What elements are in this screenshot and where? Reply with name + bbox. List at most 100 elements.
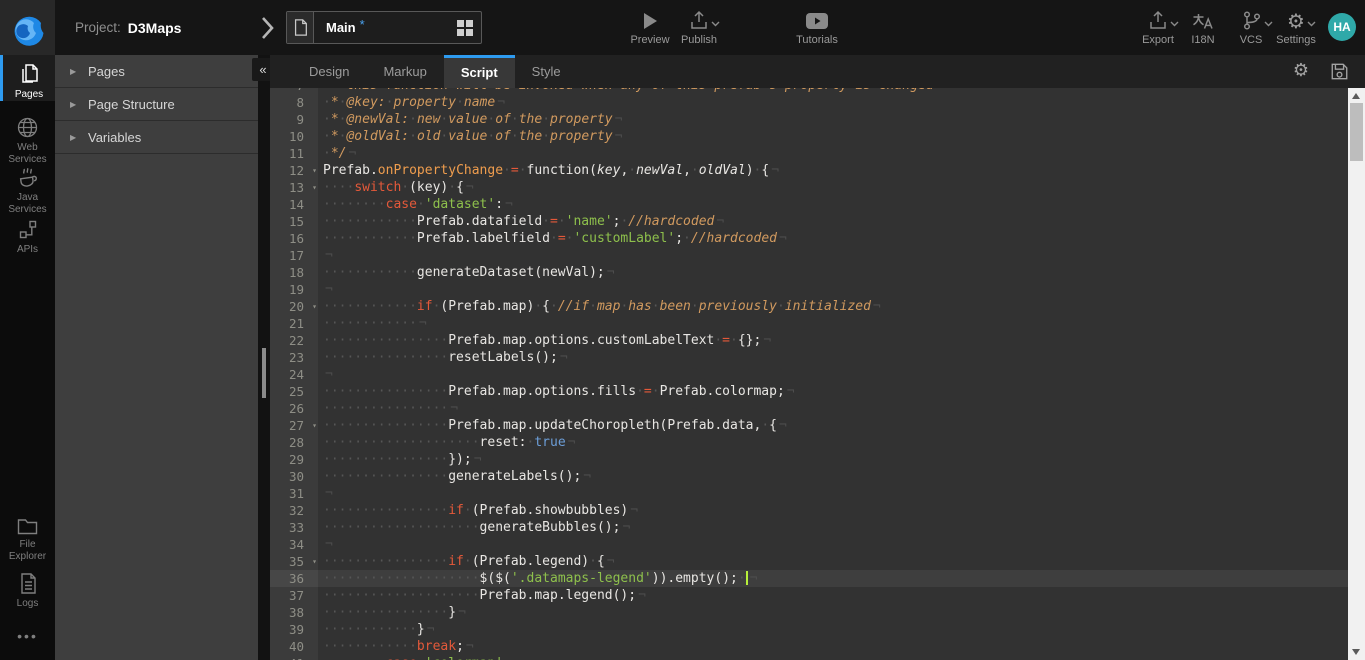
- line-number: 34: [270, 536, 318, 553]
- youtube-icon: [805, 9, 829, 32]
- scroll-up-arrow[interactable]: [1352, 93, 1360, 99]
- panel-section-pages[interactable]: ▶Pages: [55, 55, 258, 88]
- translate-icon: [1191, 9, 1215, 32]
- code-line-13[interactable]: 13▾····switch·(key)·{¬: [270, 179, 1348, 196]
- pages-panel: ▶Pages▶Page Structure▶Variables: [55, 55, 258, 660]
- code-line-16[interactable]: 16············Prefab.labelfield·=·'custo…: [270, 230, 1348, 247]
- fold-arrow-icon[interactable]: ▾: [312, 298, 317, 315]
- code-line-19[interactable]: 19¬: [270, 281, 1348, 298]
- chevron-down-icon: [711, 21, 720, 27]
- settings-button[interactable]: ⚙ Settings: [1265, 9, 1327, 46]
- fold-arrow-icon[interactable]: ▾: [312, 162, 317, 179]
- code-line-11[interactable]: 11·*/¬: [270, 145, 1348, 162]
- line-number: 8: [270, 94, 318, 111]
- line-number: 27▾: [270, 417, 318, 434]
- code-line-26[interactable]: 26················¬: [270, 400, 1348, 417]
- code-line-39[interactable]: 39············}¬: [270, 621, 1348, 638]
- sidebar-item-label: Explorer: [9, 551, 46, 563]
- code-line-9[interactable]: 9·*·@newVal:·new·value·of·the·property¬: [270, 111, 1348, 128]
- code-line-23[interactable]: 23················resetLabels();¬: [270, 349, 1348, 366]
- code-line-32[interactable]: 32················if·(Prefab.showbubbles…: [270, 502, 1348, 519]
- panel-section-label: Page Structure: [88, 97, 175, 112]
- code-line-34[interactable]: 34¬: [270, 536, 1348, 553]
- sidebar-item-label: APIs: [17, 244, 38, 256]
- sidebar-item-label: Logs: [17, 598, 39, 610]
- code-line-35[interactable]: 35▾················if·(Prefab.legend)·{¬: [270, 553, 1348, 570]
- sidebar-more-button[interactable]: •••: [0, 628, 55, 644]
- code-line-18[interactable]: 18············generateDataset(newVal);¬: [270, 264, 1348, 281]
- folder-icon: [16, 516, 39, 539]
- scrollbar-thumb[interactable]: [1350, 103, 1363, 161]
- code-line-22[interactable]: 22················Prefab.map.options.cus…: [270, 332, 1348, 349]
- tab-script[interactable]: Script: [444, 55, 515, 88]
- code-line-25[interactable]: 25················Prefab.map.options.fil…: [270, 383, 1348, 400]
- code-line-20[interactable]: 20▾············if·(Prefab.map)·{·//if·ma…: [270, 298, 1348, 315]
- line-number: 28: [270, 434, 318, 451]
- sidebar-item-pages[interactable]: Pages: [0, 55, 55, 101]
- sidebar-item-apis[interactable]: APIs: [0, 213, 55, 259]
- app-logo[interactable]: [0, 0, 55, 55]
- code-line-29[interactable]: 29················});¬: [270, 451, 1348, 468]
- line-number: 23: [270, 349, 318, 366]
- left-icon-sidebar: Pages WebServicesJavaServices APIs FileExpl…: [0, 55, 55, 660]
- code-line-12[interactable]: 12▾Prefab.onPropertyChange·=·function(ke…: [270, 162, 1348, 179]
- fold-arrow-icon[interactable]: ▾: [312, 417, 317, 434]
- save-icon[interactable]: [1330, 62, 1349, 81]
- script-code-editor[interactable]: 7·*·this·function·will·be·invoked·when·a…: [270, 88, 1348, 660]
- tutorials-button[interactable]: Tutorials: [786, 9, 848, 46]
- code-line-36[interactable]: 36····················$($('.datamaps-leg…: [270, 570, 1348, 587]
- code-line-15[interactable]: 15············Prefab.datafield·=·'name';…: [270, 213, 1348, 230]
- code-line-33[interactable]: 33····················generateBubbles();…: [270, 519, 1348, 536]
- sidebar-item-label: File: [19, 539, 35, 551]
- code-line-17[interactable]: 17¬: [270, 247, 1348, 264]
- tab-style[interactable]: Style: [515, 55, 578, 88]
- tab-markup[interactable]: Markup: [366, 55, 443, 88]
- code-line-21[interactable]: 21············¬: [270, 315, 1348, 332]
- project-breadcrumb: Project: D3Maps: [75, 0, 181, 55]
- line-number: 19: [270, 281, 318, 298]
- line-number: 29: [270, 451, 318, 468]
- sidebar-item-logs[interactable]: Logs: [0, 566, 55, 612]
- code-line-27[interactable]: 27▾················Prefab.map.updateChor…: [270, 417, 1348, 434]
- code-line-30[interactable]: 30················generateLabels();¬: [270, 468, 1348, 485]
- editor-vertical-scrollbar[interactable]: [1348, 88, 1365, 660]
- scroll-down-arrow[interactable]: [1352, 649, 1360, 655]
- line-number: 35▾: [270, 553, 318, 570]
- code-line-37[interactable]: 37····················Prefab.map.legend(…: [270, 587, 1348, 604]
- page-doc-icon[interactable]: [287, 12, 314, 43]
- log-document-icon: [18, 572, 38, 598]
- code-line-8[interactable]: 8·*·@key:·property·name¬: [270, 94, 1348, 111]
- code-line-10[interactable]: 10·*·@oldVal:·old·value·of·the·property¬: [270, 128, 1348, 145]
- panel-scrollbar-thumb[interactable]: [262, 348, 266, 398]
- code-line-41[interactable]: 41········case·'colormap':¬: [270, 655, 1348, 660]
- code-line-38[interactable]: 38················}¬: [270, 604, 1348, 621]
- code-line-14[interactable]: 14········case·'dataset':¬: [270, 196, 1348, 213]
- code-line-24[interactable]: 24¬: [270, 366, 1348, 383]
- expand-arrow-icon[interactable]: ▶: [70, 133, 82, 142]
- api-nodes-icon: [17, 219, 39, 244]
- open-page-tab[interactable]: Main *: [286, 11, 482, 44]
- fold-arrow-icon[interactable]: ▾: [312, 553, 317, 570]
- sidebar-item-java-services[interactable]: JavaServices: [0, 160, 55, 212]
- expand-arrow-icon[interactable]: ▶: [70, 67, 82, 76]
- user-avatar[interactable]: HA: [1328, 13, 1356, 41]
- code-line-40[interactable]: 40············break;¬: [270, 638, 1348, 655]
- sidebar-item-web-services[interactable]: WebServices: [0, 110, 55, 162]
- line-number: 40: [270, 638, 318, 655]
- chevron-down-icon: [1307, 21, 1316, 27]
- script-settings-gear-icon[interactable]: ⚙: [1293, 61, 1309, 81]
- code-line-31[interactable]: 31¬: [270, 485, 1348, 502]
- publish-button[interactable]: Publish: [668, 9, 730, 46]
- fold-arrow-icon[interactable]: ▾: [312, 179, 317, 196]
- code-line-28[interactable]: 28····················reset:·true¬: [270, 434, 1348, 451]
- text-cursor: [746, 571, 748, 585]
- sidebar-item-file-explorer[interactable]: FileExplorer: [0, 510, 55, 562]
- line-number: 9: [270, 111, 318, 128]
- line-number: 24: [270, 366, 318, 383]
- tab-design[interactable]: Design: [292, 55, 366, 88]
- panel-section-page-structure[interactable]: ▶ Page Structure: [55, 88, 258, 121]
- sidebar-item-label: Java: [17, 192, 38, 204]
- pages-grid-icon[interactable]: [457, 20, 473, 36]
- expand-arrow-icon[interactable]: ▶: [70, 100, 82, 109]
- panel-section-variables[interactable]: ▶Variables: [55, 121, 258, 154]
